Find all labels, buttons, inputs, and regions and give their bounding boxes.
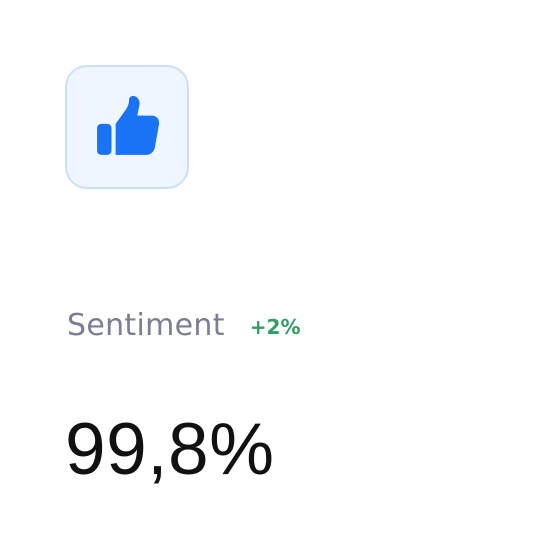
metric-header: Sentiment +2% bbox=[67, 303, 301, 347]
sentiment-card: Sentiment +2% 99,8% bbox=[0, 0, 560, 560]
change-badge: +2% bbox=[249, 315, 301, 339]
thumbs-up-icon bbox=[97, 96, 160, 155]
metric-value: 99,8% bbox=[65, 409, 275, 490]
metric-label: Sentiment bbox=[67, 307, 225, 343]
icon-tile bbox=[65, 65, 189, 189]
